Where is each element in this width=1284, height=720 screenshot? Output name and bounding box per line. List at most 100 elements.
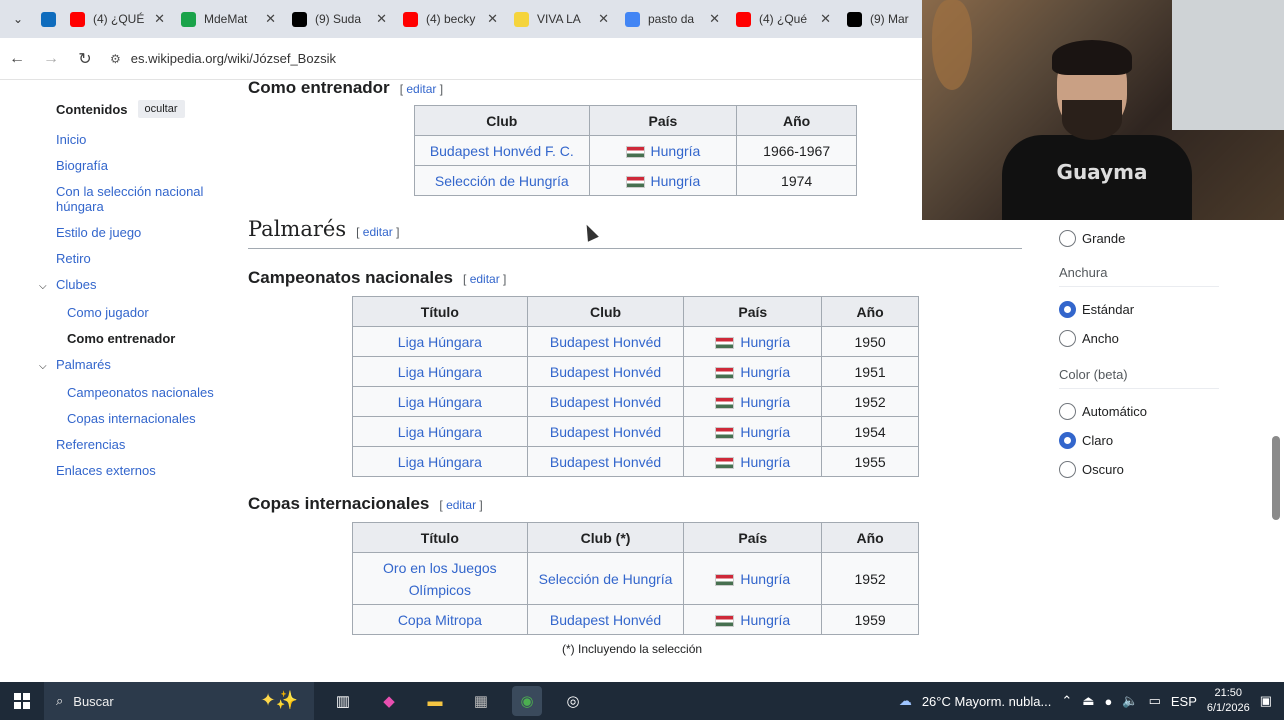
edit-link[interactable]: editar [446,498,476,512]
edit-link[interactable]: editar [470,272,500,286]
chevron-up-icon[interactable]: ⌃ [1061,693,1072,709]
task-view-icon[interactable]: ▥ [328,686,358,716]
table-cell[interactable]: Liga Húngara [352,326,528,357]
tab-favicon-icon [736,11,751,27]
toc-item[interactable]: ⌵ Palmarés [39,357,216,374]
browser-tab[interactable]: (4) becky ✕ [395,0,506,38]
page-scrollbar-thumb[interactable] [1272,436,1280,520]
browser-tab[interactable]: (9) Suda ✕ [284,0,395,38]
table-cell[interactable]: Hungría [683,386,823,417]
site-info-icon[interactable]: ⚙ [110,52,121,66]
toc-item[interactable]: Estilo de juego [56,225,216,240]
streamer-image: Guayma [1002,40,1192,220]
toc-item[interactable]: Enlaces externos [56,463,216,478]
chrome-icon[interactable]: ◉ [512,686,542,716]
copilot-icon[interactable]: ◆ [374,686,404,716]
toc-item[interactable]: Biografía [56,158,216,173]
toc-hide-button[interactable]: ocultar [137,100,185,118]
tab-title: (4) ¿QUÉ [93,12,145,26]
table-cell[interactable]: Budapest Honvéd [526,446,685,477]
file-explorer-icon[interactable]: ▬ [420,686,450,716]
volume-icon[interactable]: 🔈 [1122,693,1138,709]
table-cell[interactable]: Liga Húngara [352,386,528,417]
url-field[interactable]: ⚙ es.wikipedia.org/wiki/József_Bozsik [110,51,336,66]
width-standard-option[interactable]: Estándar [1059,301,1219,318]
color-dark-option[interactable]: Oscuro [1059,461,1219,478]
color-light-option[interactable]: Claro [1059,432,1219,449]
table-cell[interactable]: Hungría [588,165,738,196]
table-cell[interactable]: Budapest Honvéd [526,604,685,635]
table-cell[interactable]: Budapest Honvéd [526,386,685,417]
close-icon[interactable]: ✕ [709,11,720,27]
close-icon[interactable]: ✕ [598,11,609,27]
browser-tab[interactable]: MdeMat ✕ [173,0,284,38]
usb-icon[interactable]: ⏏ [1082,693,1094,709]
color-auto-option[interactable]: Automático [1059,403,1219,420]
radio-button[interactable] [1059,330,1076,347]
edit-link[interactable]: editar [363,225,393,239]
radio-button[interactable] [1059,230,1076,247]
radio-button-selected[interactable] [1059,432,1076,449]
toc-item[interactable]: Retiro [56,251,216,266]
table-cell[interactable]: Hungría [683,446,823,477]
browser-tab[interactable]: (4) ¿Qué ✕ [728,0,839,38]
browser-tab[interactable]: VIVA LA ✕ [506,0,617,38]
notification-icon[interactable]: ▣ [1260,693,1272,709]
width-wide-option[interactable]: Ancho [1059,330,1219,347]
table-cell[interactable]: Budapest Honvéd [526,326,685,357]
table-cell[interactable]: Budapest Honvéd F. C. [414,135,590,166]
table-cell[interactable]: Hungría [683,356,823,387]
forward-icon[interactable]: → [34,42,68,76]
toc-item[interactable]: Campeonatos nacionales [67,385,216,400]
international-cups-table: Título Club (*) País Año Oro en los Juegos O… [352,522,919,635]
edit-link[interactable]: editar [406,82,436,96]
size-large-option[interactable]: Grande [1059,230,1219,247]
hungary-flag-icon [715,573,735,586]
table-cell[interactable]: Copa Mitropa [352,604,528,635]
tab-search-chevron-icon[interactable]: ⌄ [0,0,36,38]
table-cell[interactable]: Budapest Honvéd [526,356,685,387]
start-button[interactable] [0,693,44,709]
toc-item[interactable]: ⌵ Clubes [39,277,216,294]
radio-button[interactable] [1059,403,1076,420]
mic-icon[interactable]: ● [1105,694,1113,709]
table-cell[interactable]: Liga Húngara [352,356,528,387]
radio-button[interactable] [1059,461,1076,478]
table-cell[interactable]: Hungría [588,135,738,166]
obs-icon[interactable]: ◎ [558,686,588,716]
close-icon[interactable]: ✕ [376,11,387,27]
toc-item[interactable]: Como entrenador [67,331,216,346]
table-cell[interactable]: Selección de Hungría [414,165,590,196]
close-icon[interactable]: ✕ [265,11,276,27]
reload-icon[interactable]: ↻ [68,42,102,76]
toc-item[interactable]: Inicio [56,132,216,147]
table-cell[interactable]: Liga Húngara [352,446,528,477]
radio-button-selected[interactable] [1059,301,1076,318]
toc-item[interactable]: Copas internacionales [67,411,216,426]
close-icon[interactable]: ✕ [154,11,165,27]
table-cell[interactable]: Oro en los Juegos Olímpicos [352,552,528,605]
table-cell[interactable]: Hungría [683,552,823,605]
browser-tab[interactable]: pasto da ✕ [617,0,728,38]
network-icon[interactable]: ▭ [1149,693,1161,709]
table-cell[interactable]: Budapest Honvéd [526,416,685,447]
tab-outlook[interactable] [36,0,62,38]
app-icon[interactable]: ▦ [466,686,496,716]
table-cell[interactable]: Hungría [683,604,823,635]
table-cell[interactable]: Selección de Hungría [526,552,685,605]
table-cell[interactable]: Hungría [683,326,823,357]
table-cell[interactable]: Hungría [683,416,823,447]
guitar-image [932,0,972,90]
language-indicator[interactable]: ESP [1171,694,1197,709]
clock[interactable]: 21:50 6/1/2026 [1207,686,1250,716]
toc-item[interactable]: Como jugador [67,305,216,320]
table-cell[interactable]: Liga Húngara [352,416,528,447]
close-icon[interactable]: ✕ [487,11,498,27]
back-icon[interactable]: ← [0,42,34,76]
taskbar-search[interactable]: ⌕ Buscar ✦✨ [44,682,314,720]
close-icon[interactable]: ✕ [820,11,831,27]
browser-tab[interactable]: (4) ¿QUÉ ✕ [62,0,173,38]
toc-item[interactable]: Con la selección nacional húngara [56,184,216,214]
mouse-cursor [581,222,599,242]
toc-item[interactable]: Referencias [56,437,216,452]
